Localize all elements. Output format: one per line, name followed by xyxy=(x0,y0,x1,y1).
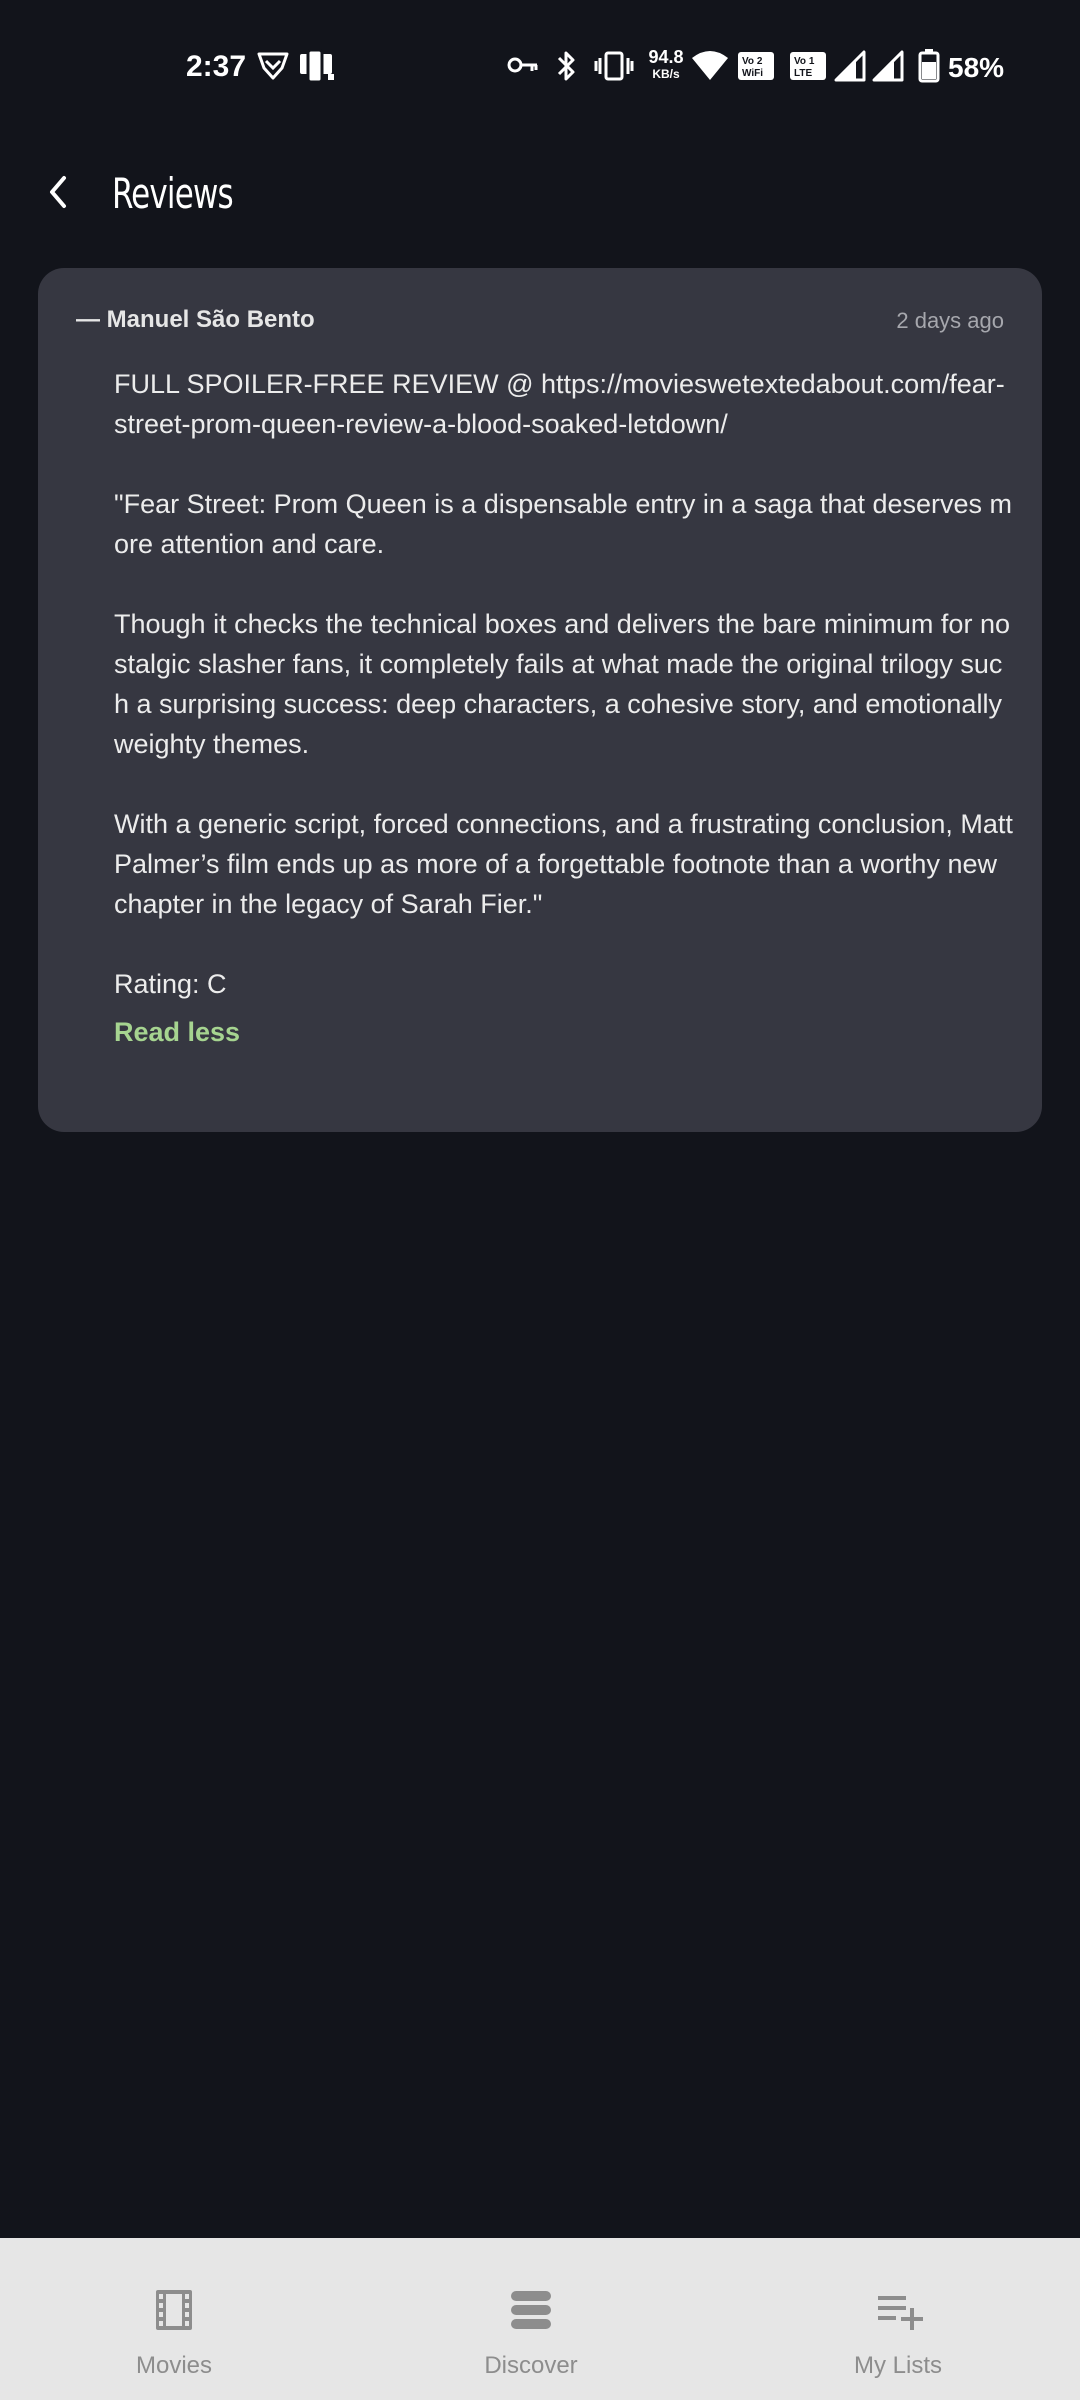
review-card: — Manuel São Bento 2 days ago FULL SPOIL… xyxy=(38,268,1042,1132)
battery-icon xyxy=(918,48,940,84)
status-bar: 2:37 94.8 KB/s Vo 2 WiFi Vo 1 LTE 58% xyxy=(0,0,1080,130)
review-author: — Manuel São Bento xyxy=(76,306,315,333)
network-speed-value: 94.8 xyxy=(648,47,684,67)
shield-check-icon xyxy=(256,48,290,84)
svg-text:WiFi: WiFi xyxy=(742,68,763,79)
wifi-icon xyxy=(690,48,730,84)
network-speed: 94.8 KB/s xyxy=(644,48,688,80)
chevron-left-icon xyxy=(44,174,72,215)
stack-icon xyxy=(509,2288,553,2332)
film-icon xyxy=(152,2288,196,2332)
nav-label-discover: Discover xyxy=(484,2352,578,2379)
review-date: 2 days ago xyxy=(896,308,1004,333)
nav-item-discover[interactable]: Discover xyxy=(401,2238,661,2400)
vpn-key-icon xyxy=(506,48,540,84)
svg-text:LTE: LTE xyxy=(794,68,812,79)
vowifi-icon: Vo 2 WiFi xyxy=(736,48,776,84)
vibrate-icon xyxy=(594,48,634,84)
review-body: FULL SPOILER-FREE REVIEW @ https://movie… xyxy=(114,364,1014,1052)
nav-item-my-lists[interactable]: My Lists xyxy=(768,2238,1028,2400)
review-paragraph: With a generic script, forced connection… xyxy=(114,809,1013,919)
svg-text:Vo 1: Vo 1 xyxy=(794,56,815,67)
review-paragraph: FULL SPOILER-FREE REVIEW @ https://movie… xyxy=(114,369,1005,439)
svg-text:Vo 2: Vo 2 xyxy=(742,56,763,67)
reviews-screen: 2:37 94.8 KB/s Vo 2 WiFi Vo 1 LTE 58% Re… xyxy=(0,0,1080,2400)
battery-percentage: 58% xyxy=(948,52,1005,83)
nav-item-movies[interactable]: Movies xyxy=(44,2238,304,2400)
playlist-add-icon xyxy=(876,2288,923,2332)
nav-label-my-lists: My Lists xyxy=(853,2352,942,2379)
status-time: 2:37 xyxy=(186,50,247,83)
phone-link-icon xyxy=(298,48,336,84)
review-rating: Rating: C xyxy=(114,969,227,999)
signal-icon xyxy=(834,48,866,84)
page-title: Reviews xyxy=(112,169,234,218)
back-button[interactable] xyxy=(30,166,86,222)
bottom-navigation: Movies Discover My Lists xyxy=(0,2238,1080,2400)
bluetooth-icon xyxy=(552,48,582,84)
review-paragraph: "Fear Street: Prom Queen is a dispensabl… xyxy=(114,489,1013,559)
signal-icon xyxy=(872,48,904,84)
nav-label-movies: Movies xyxy=(135,2352,213,2379)
read-less-link[interactable]: Read less xyxy=(114,1012,240,1052)
network-speed-unit: KB/s xyxy=(652,67,680,81)
review-paragraph: Though it checks the technical boxes and… xyxy=(114,609,1010,759)
volte-icon: Vo 1 LTE xyxy=(788,48,828,84)
